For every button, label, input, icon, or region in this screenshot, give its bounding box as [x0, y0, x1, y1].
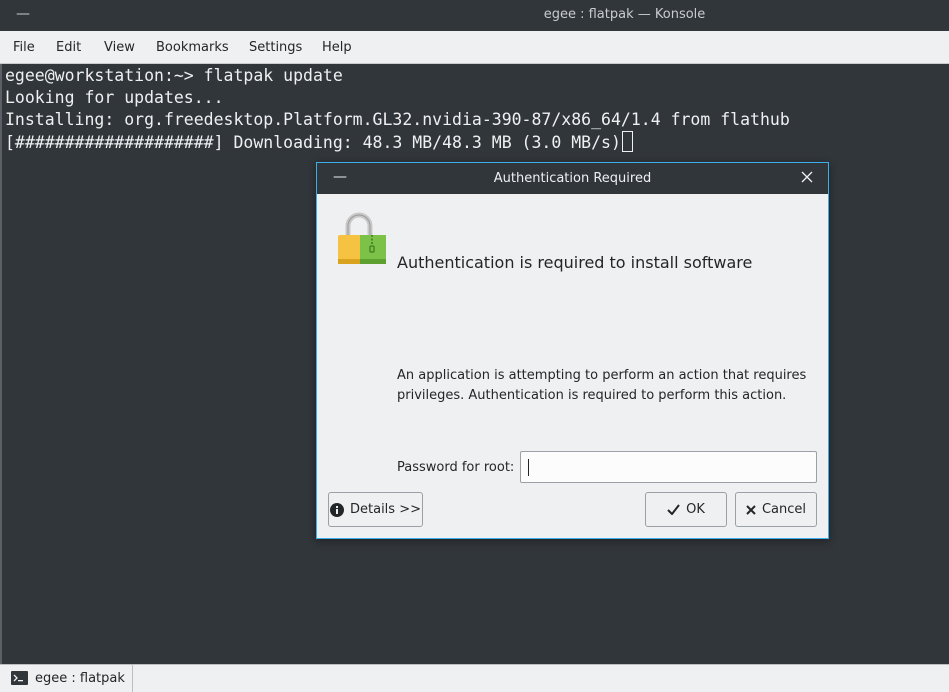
password-input[interactable]	[520, 451, 817, 483]
close-icon	[746, 504, 756, 515]
terminal-line: egee@workstation:~> flatpak update	[5, 66, 343, 85]
password-label: Password for root:	[397, 460, 515, 475]
terminal-cursor	[621, 131, 633, 152]
text-caret	[528, 459, 529, 476]
dialog-titlebar: — Authentication Required	[317, 163, 828, 194]
ok-button-label: OK	[686, 502, 705, 517]
ok-button[interactable]: OK	[645, 492, 727, 527]
terminal-line: Looking for updates...	[5, 88, 224, 107]
checkmark-icon	[667, 504, 680, 515]
menu-help[interactable]: Help	[322, 40, 352, 55]
dialog-heading: Authentication is required to install so…	[397, 253, 753, 272]
cancel-button-label: Cancel	[761, 502, 807, 517]
terminal-line: Installing: org.freedesktop.Platform.GL3…	[5, 110, 790, 129]
taskbar-item-label: egee : flatpak	[35, 671, 125, 686]
menu-file[interactable]: File	[13, 40, 35, 55]
details-button-label: Details >>	[350, 502, 421, 517]
window-titlebar: — egee : flatpak — Konsole	[0, 0, 949, 31]
terminal-line-text: [####################] Downloading: 48.3…	[5, 133, 621, 152]
info-icon	[330, 502, 344, 517]
close-icon[interactable]	[800, 170, 814, 184]
dialog-description: An application is attempting to perform …	[397, 368, 807, 403]
terminal-icon	[11, 671, 28, 685]
menu-settings[interactable]: Settings	[249, 40, 302, 55]
menu-bar: File Edit View Bookmarks Settings Help	[0, 31, 949, 64]
details-button[interactable]: Details >>	[328, 492, 423, 527]
window-title: egee : flatpak — Konsole	[543, 7, 706, 22]
terminal-edge	[0, 64, 2, 664]
cancel-button[interactable]: Cancel	[735, 492, 817, 527]
menu-bookmarks[interactable]: Bookmarks	[156, 40, 229, 55]
taskbar: egee : flatpak	[0, 664, 949, 692]
taskbar-item-konsole[interactable]: egee : flatpak	[0, 665, 133, 692]
dialog-title: Authentication Required	[493, 171, 652, 186]
menu-edit[interactable]: Edit	[56, 40, 81, 55]
lock-icon	[338, 212, 386, 264]
terminal-progress-line: [####################] Downloading: 48.3…	[5, 131, 633, 154]
auth-dialog: — Authentication Required Authentication…	[316, 162, 829, 539]
menu-view[interactable]: View	[104, 40, 135, 55]
